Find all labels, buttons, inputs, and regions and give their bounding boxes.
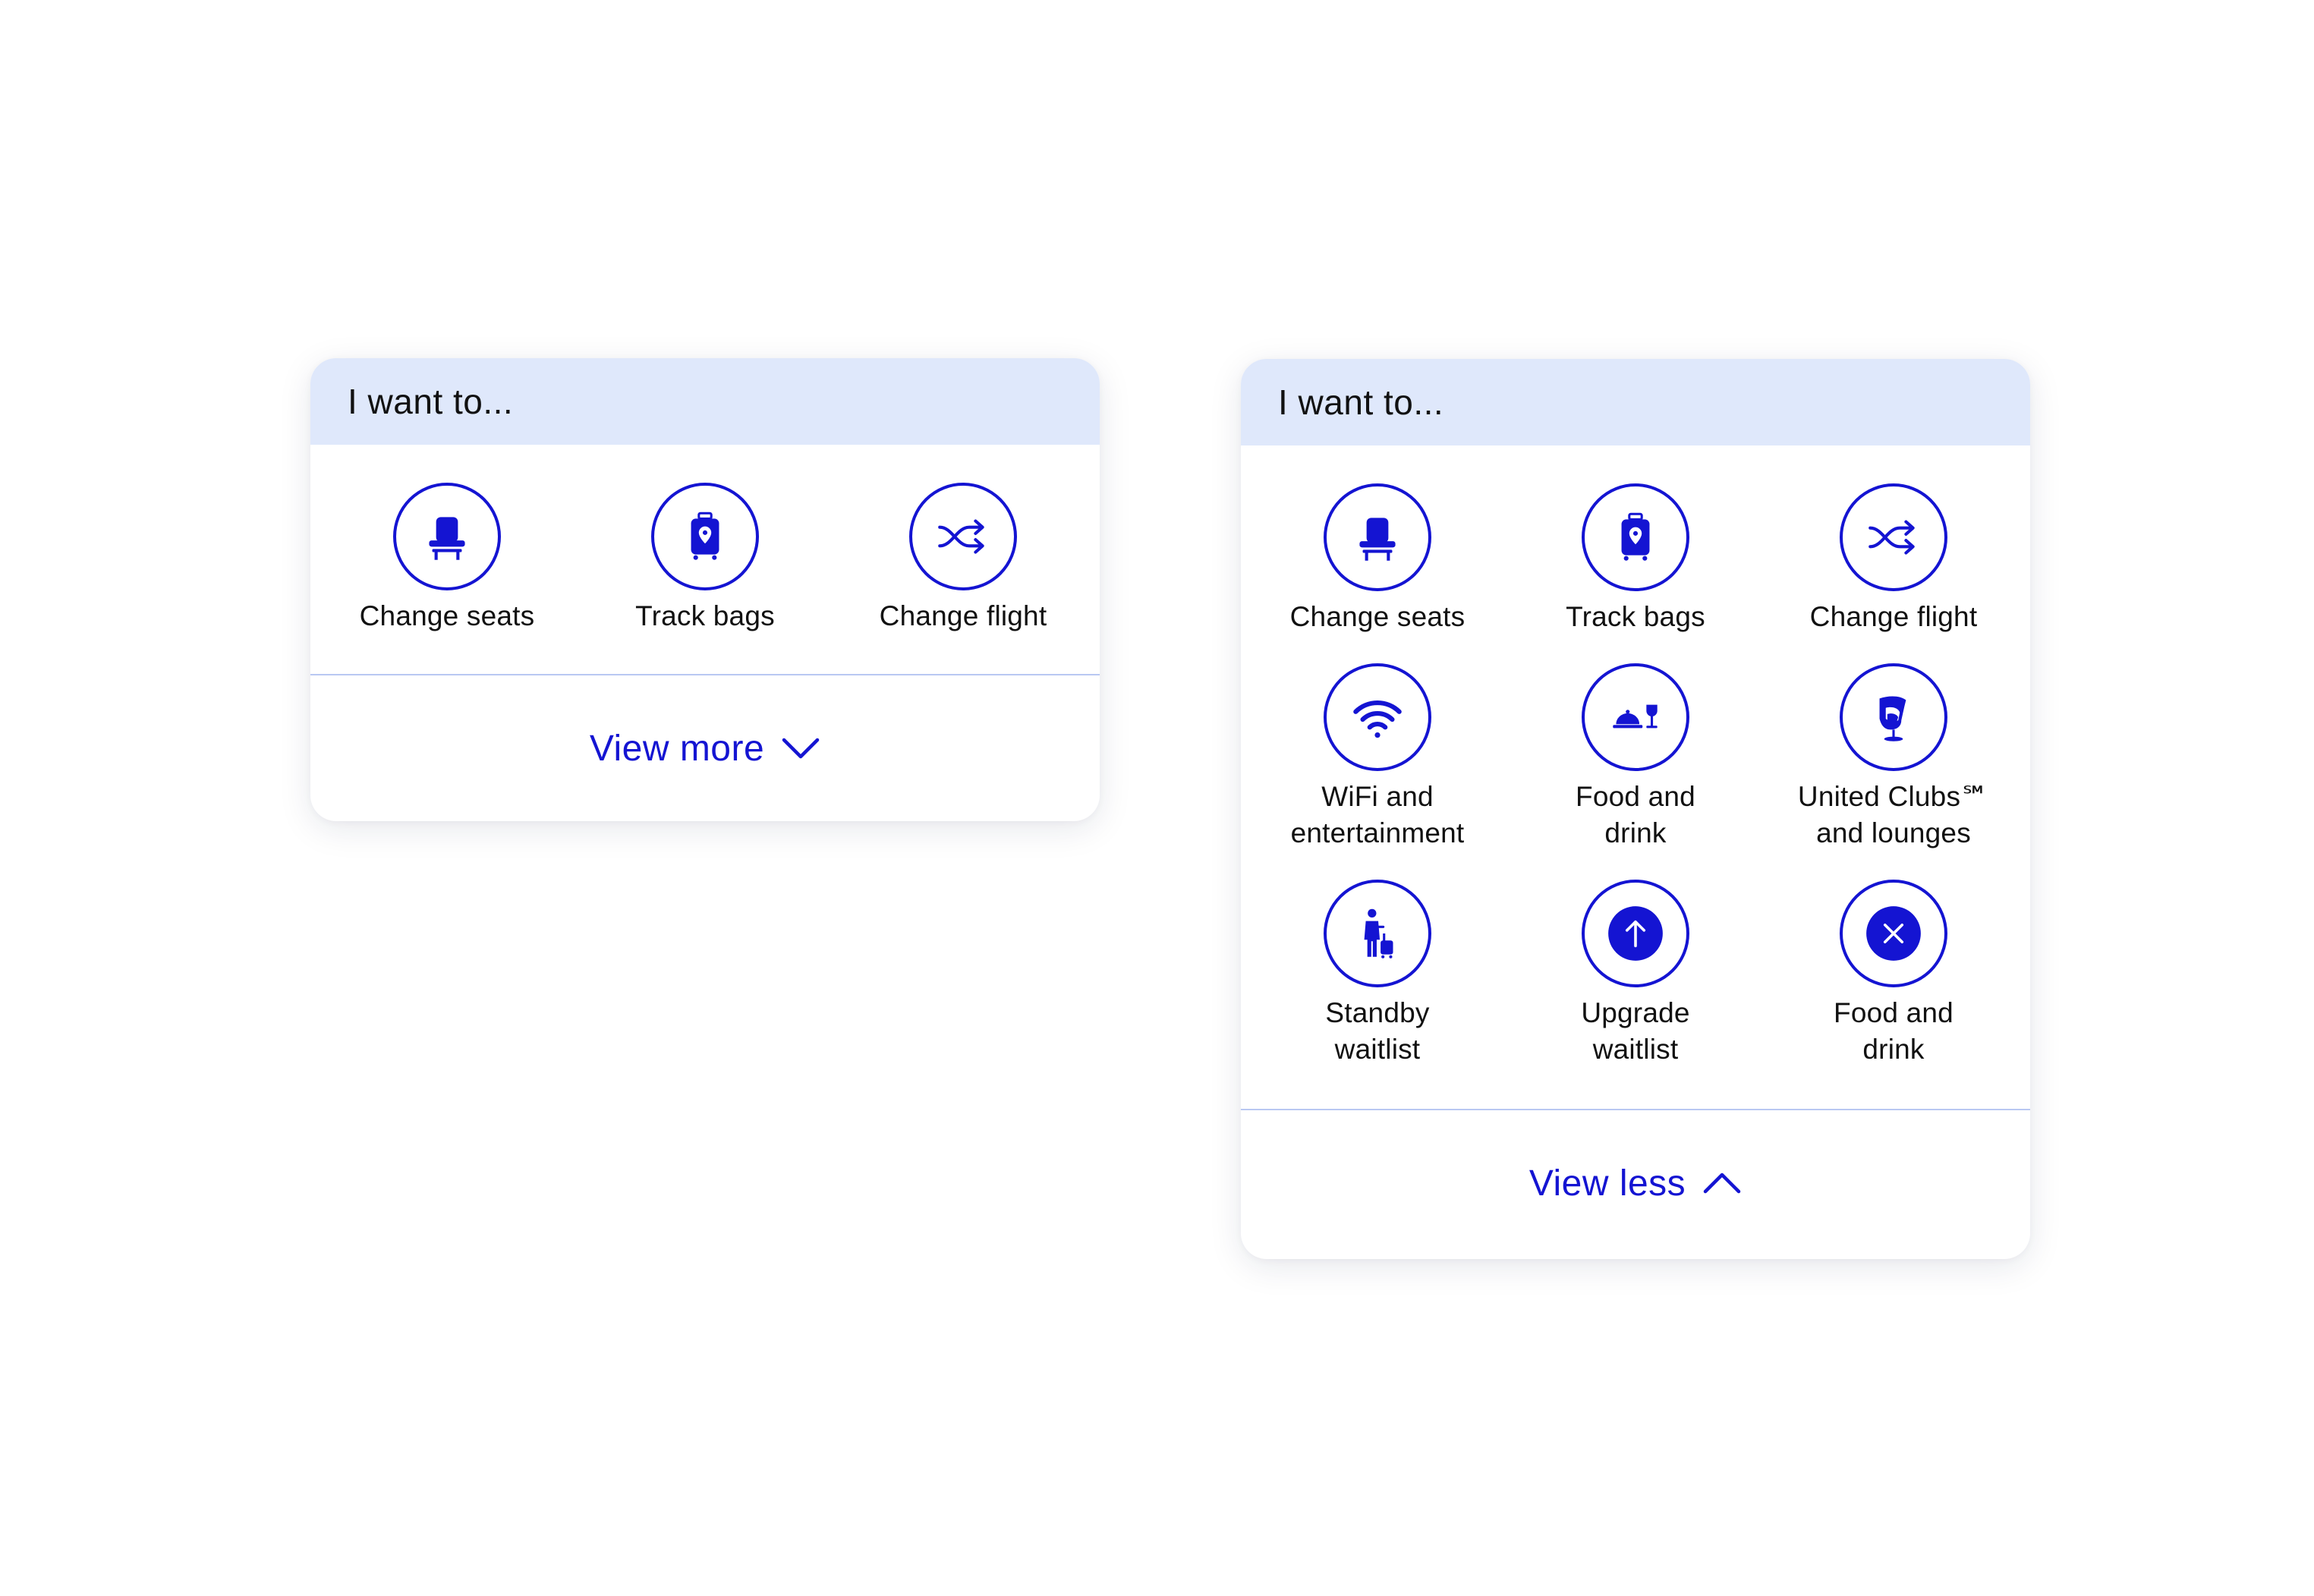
action-label: Standby waitlist (1325, 997, 1430, 1065)
food-drink-icon (1582, 663, 1689, 771)
action-label: Upgrade waitlist (1581, 997, 1690, 1065)
action-label: Change flight (1809, 601, 1978, 632)
action-standby-waitlist[interactable]: Standby waitlist (1248, 880, 1506, 1068)
shuffle-icon (909, 483, 1017, 590)
action-label: United Clubs℠ and lounges (1797, 781, 1990, 848)
seat-icon (1324, 483, 1431, 591)
lounge-chair-icon (1840, 663, 1947, 771)
toggle-label: View more (589, 728, 765, 769)
action-label: Track bags (635, 600, 775, 631)
action-label: Change seats (359, 600, 535, 631)
action-label: Food and drink (1834, 997, 1954, 1065)
traveler-luggage-icon (1324, 880, 1431, 987)
chevron-down-icon (782, 738, 820, 759)
action-change-seats[interactable]: Change seats (1248, 483, 1506, 635)
luggage-location-icon (651, 483, 759, 590)
wifi-icon (1324, 663, 1431, 771)
arrow-up-circle-icon (1582, 880, 1689, 987)
view-more-button[interactable]: View more (310, 675, 1100, 821)
action-change-flight[interactable]: Change flight (1765, 483, 2023, 635)
chevron-up-icon (1703, 1173, 1741, 1194)
seat-icon (393, 483, 501, 590)
card-title: I want to... (1278, 382, 1444, 422)
action-change-seats[interactable]: Change seats (318, 483, 576, 634)
action-track-bags[interactable]: Track bags (576, 483, 834, 634)
quick-actions-card-collapsed: I want to... Change seats Track bags Cha… (310, 358, 1100, 821)
quick-actions-card-expanded: I want to... Change seats Track bags Cha… (1241, 359, 2030, 1259)
card-header: I want to... (310, 358, 1100, 445)
action-change-flight[interactable]: Change flight (834, 483, 1092, 634)
card-header: I want to... (1241, 359, 2030, 445)
action-label: Change flight (879, 600, 1047, 631)
action-label: Food and drink (1576, 781, 1695, 848)
action-food-drink[interactable]: Food and drink (1506, 663, 1765, 852)
action-upgrade-waitlist[interactable]: Upgrade waitlist (1506, 880, 1765, 1068)
action-label: Track bags (1566, 601, 1705, 632)
action-wifi-entertainment[interactable]: WiFi and entertainment (1248, 663, 1506, 852)
close-circle-icon (1840, 880, 1947, 987)
action-track-bags[interactable]: Track bags (1506, 483, 1765, 635)
card-title: I want to... (348, 382, 514, 421)
action-grid: Change seats Track bags (310, 445, 1100, 674)
shuffle-icon (1840, 483, 1947, 591)
action-grid: Change seats Track bags (1241, 445, 2030, 1109)
action-food-drink-2[interactable]: Food and drink (1765, 880, 2023, 1068)
action-label: Change seats (1289, 601, 1466, 632)
action-label: WiFi and entertainment (1290, 781, 1465, 848)
view-less-button[interactable]: View less (1241, 1110, 2030, 1256)
action-united-clubs[interactable]: United Clubs℠ and lounges (1765, 663, 2023, 852)
toggle-label: View less (1528, 1163, 1686, 1204)
luggage-location-icon (1582, 483, 1689, 591)
